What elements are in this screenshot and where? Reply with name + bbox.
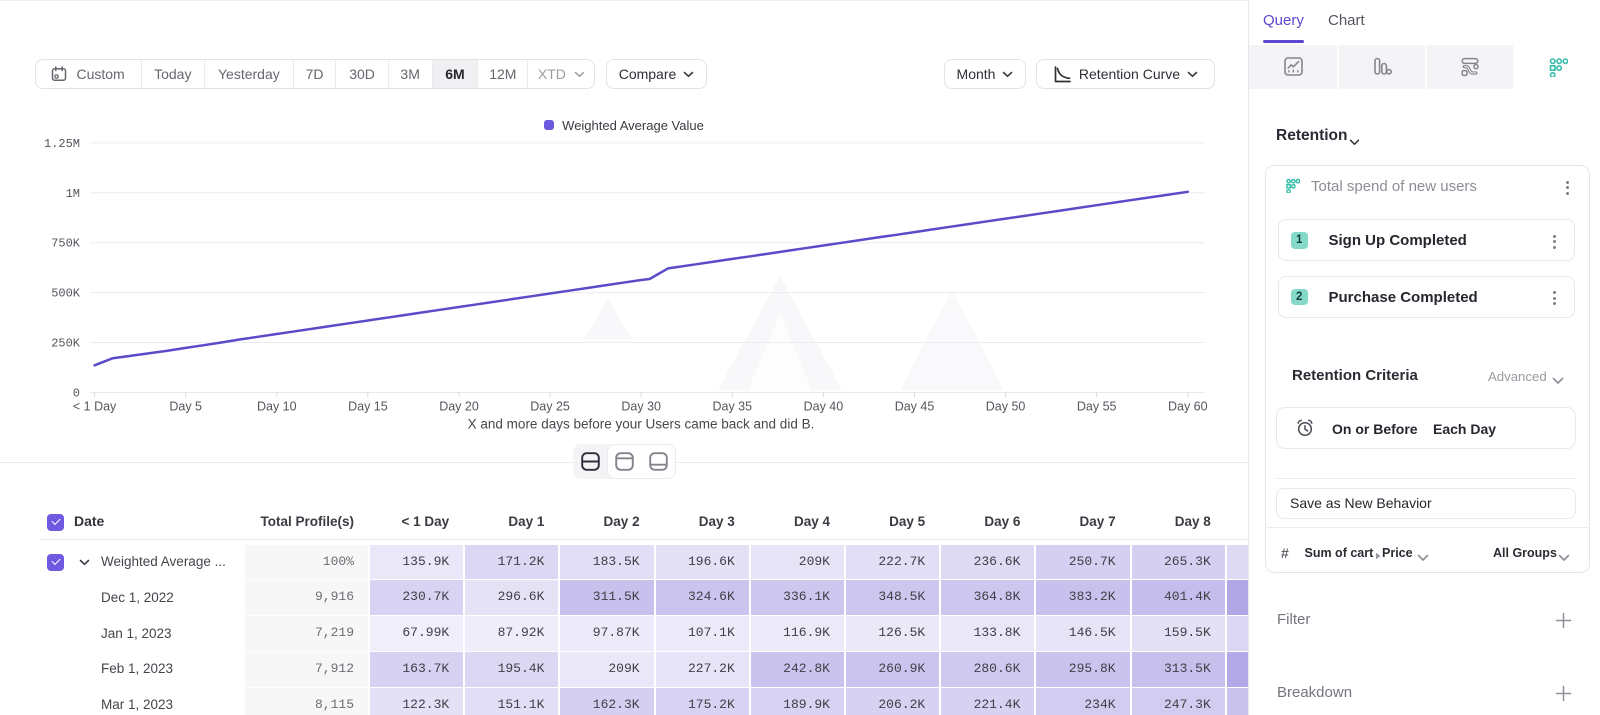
svg-text:< 1 Day: < 1 Day	[73, 400, 117, 414]
svg-text:Day 40: Day 40	[804, 400, 844, 414]
svg-text:Day 20: Day 20	[439, 400, 479, 414]
svg-text:1.25M: 1.25M	[44, 137, 80, 151]
svg-text:1M: 1M	[66, 187, 80, 201]
svg-text:Day 35: Day 35	[712, 400, 752, 414]
svg-text:Day 45: Day 45	[895, 400, 935, 414]
svg-text:Day 10: Day 10	[257, 400, 297, 414]
svg-text:Day 50: Day 50	[986, 400, 1026, 414]
svg-text:Day 5: Day 5	[169, 400, 202, 414]
svg-text:0: 0	[73, 386, 80, 400]
svg-text:500K: 500K	[51, 287, 81, 301]
svg-text:Day 15: Day 15	[348, 400, 388, 414]
svg-text:Day 25: Day 25	[530, 400, 570, 414]
svg-text:750K: 750K	[51, 237, 81, 251]
svg-text:Day 55: Day 55	[1077, 400, 1117, 414]
svg-text:250K: 250K	[51, 337, 81, 351]
svg-text:Day 30: Day 30	[621, 400, 661, 414]
svg-text:X and more days before your Us: X and more days before your Users came b…	[468, 417, 815, 432]
svg-text:Day 60: Day 60	[1168, 400, 1208, 414]
